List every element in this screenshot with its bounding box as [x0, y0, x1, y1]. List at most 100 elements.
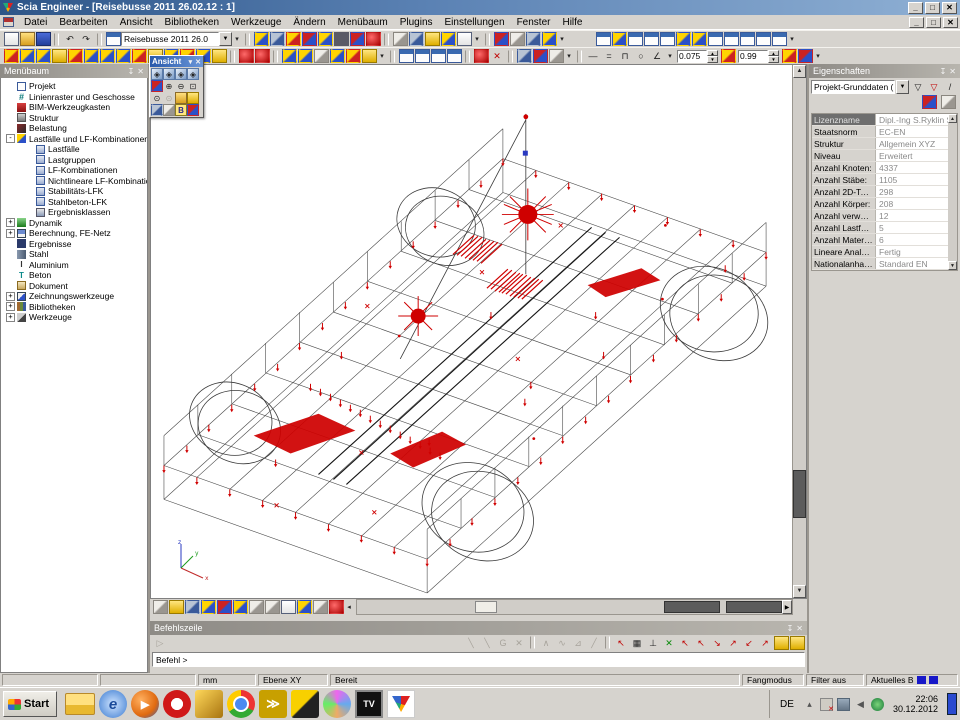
toolbar-icon[interactable]: ▾ — [814, 49, 823, 63]
tree-expander-icon[interactable] — [6, 82, 15, 91]
status-layer[interactable]: Ebene XY — [258, 674, 328, 686]
scroll-down-icon[interactable]: ▼ — [948, 261, 957, 270]
clip-yellow-icon[interactable] — [169, 600, 184, 614]
select-beam-icon[interactable] — [20, 49, 35, 63]
property-row[interactable]: Anzahl Körper: 208 — [812, 198, 948, 210]
select-plate-icon[interactable] — [36, 49, 51, 63]
flag-icon[interactable] — [217, 600, 232, 614]
tree-expander-icon[interactable] — [6, 124, 15, 133]
window-4-icon[interactable] — [447, 49, 462, 63]
axis-icon[interactable] — [201, 600, 216, 614]
internet-explorer-icon[interactable]: e — [99, 690, 127, 718]
window-3-icon[interactable] — [431, 49, 446, 63]
volume-icon[interactable]: ◀ — [854, 698, 867, 711]
tree-expander-icon[interactable] — [25, 197, 34, 206]
unlink-icon[interactable] — [255, 49, 270, 63]
view-left-icon[interactable] — [628, 32, 643, 46]
gallery-icon[interactable] — [286, 32, 301, 46]
tree-expander-icon[interactable] — [25, 208, 34, 217]
chevron-down-icon[interactable]: ▾ — [189, 58, 193, 66]
view-top-icon[interactable] — [660, 32, 675, 46]
command-cursor-icon[interactable]: ▷ — [153, 636, 168, 650]
clip-icon[interactable] — [526, 32, 541, 46]
view-prev-icon[interactable] — [724, 32, 739, 46]
close-icon[interactable]: ✕ — [137, 67, 144, 76]
tree-expander-icon[interactable] — [25, 145, 34, 154]
close-poly-icon[interactable]: ⊿ — [571, 636, 586, 650]
snap-center-icon[interactable]: ↗ — [758, 636, 773, 650]
snap-lock-icon[interactable] — [790, 636, 805, 650]
snap-settings-icon[interactable] — [774, 636, 789, 650]
filter-new-icon[interactable]: ▽ — [911, 80, 926, 94]
tree-expander-icon[interactable] — [6, 313, 15, 322]
visibility-icon[interactable] — [314, 49, 329, 63]
show-desktop-button[interactable] — [947, 693, 957, 715]
tree-expander-icon[interactable] — [6, 250, 15, 259]
nav-cross-icon[interactable] — [151, 80, 163, 92]
command-input[interactable] — [156, 655, 801, 665]
axo-view-1-icon[interactable]: ◈ — [151, 68, 163, 80]
document-window-icon[interactable] — [3, 17, 14, 27]
menu-item[interactable]: Werkzeuge — [225, 16, 287, 29]
chrome-icon[interactable] — [227, 690, 255, 718]
filter-icon[interactable] — [362, 49, 377, 63]
tree-expander-icon[interactable] — [6, 229, 15, 238]
select-all-icon[interactable] — [52, 49, 67, 63]
explorer-icon[interactable] — [65, 693, 95, 715]
tree-expander-icon[interactable] — [25, 187, 34, 196]
status-unit[interactable]: mm — [198, 674, 256, 686]
property-row[interactable]: Anzahl verwendete P... 12 — [812, 210, 948, 222]
tree-item-bim[interactable]: BIM-Werkzeugkasten — [1, 102, 147, 113]
polyline-icon[interactable]: ∧ — [539, 636, 554, 650]
snap-icon[interactable] — [605, 636, 610, 649]
toolbar-icon[interactable]: ▾ — [558, 32, 567, 46]
section-icon[interactable] — [346, 49, 361, 63]
property-row[interactable]: Struktur Allgemein XYZ — [812, 138, 948, 150]
mountain-icon[interactable] — [265, 600, 280, 614]
clipping-icon[interactable] — [330, 49, 345, 63]
menu-item[interactable]: Datei — [18, 16, 53, 29]
open-view-icon[interactable] — [175, 92, 187, 104]
red-hand-app-icon[interactable] — [163, 690, 191, 718]
print-gray-icon[interactable] — [163, 104, 175, 116]
winamp-icon[interactable] — [291, 690, 319, 718]
options-icon[interactable] — [542, 32, 557, 46]
zoom-doc-icon[interactable] — [510, 32, 525, 46]
viewport-horizontal-scrollbar[interactable]: ▶ — [356, 599, 793, 615]
scale-apply-icon[interactable] — [721, 49, 736, 63]
snap-tangent-icon[interactable]: ↙ — [742, 636, 757, 650]
cursor-snap-icon[interactable]: ↖ — [614, 636, 629, 650]
tree-item-ergebnisklassen[interactable]: Ergebnisklassen — [1, 207, 147, 218]
axo-view-4-icon[interactable]: ◈ — [187, 68, 199, 80]
property-row[interactable]: Lizenzname Dipl.-Ing S.Ryklin STAT... — [812, 114, 948, 126]
viewport-vertical-scrollbar[interactable]: ▲ ▼ — [792, 65, 806, 598]
tree-item-stahlbeton-lfk[interactable]: Stahlbeton-LFK — [1, 197, 147, 208]
tree-item-lastfaelle-lf[interactable]: Lastfälle und LF-Kombinationen — [1, 134, 147, 145]
horizontal-scroll-thumb[interactable] — [475, 601, 497, 613]
view-persp-icon[interactable] — [708, 32, 723, 46]
send-icon[interactable] — [941, 95, 956, 109]
child-minimize-button[interactable]: _ — [909, 17, 924, 28]
tree-expander-icon[interactable] — [6, 302, 15, 311]
project-combobox-arrow-icon[interactable]: ▼ — [219, 32, 232, 46]
property-row[interactable]: Lineare Analyse Fertig — [812, 246, 948, 258]
tree-item-lastgruppen[interactable]: Lastgruppen — [1, 155, 147, 166]
property-row[interactable]: Anzahl Knoten: 4337 — [812, 162, 948, 174]
child-close-button[interactable]: ✕ — [943, 17, 958, 28]
erase-icon[interactable]: ✕ — [512, 636, 527, 650]
wintv-icon[interactable]: TV — [355, 690, 383, 718]
tree-expander-icon[interactable] — [25, 155, 34, 164]
tree-item-lf-kombinationen[interactable]: LF-Kombinationen — [1, 165, 147, 176]
toolbar-icon[interactable]: ▾ — [233, 32, 242, 46]
line-rect-icon[interactable]: ⊓ — [618, 49, 633, 63]
paint-app-icon[interactable] — [323, 690, 351, 718]
view-right-icon[interactable] — [644, 32, 659, 46]
tree-expander-icon[interactable] — [6, 103, 15, 112]
model-3d-wireframe[interactable] — [151, 65, 792, 598]
snap-midpoint-icon[interactable]: ✕ — [662, 636, 677, 650]
toolbar-icon[interactable] — [230, 50, 235, 63]
select-node-icon[interactable] — [4, 49, 19, 63]
model-3d-viewport[interactable]: z x y — [151, 65, 792, 598]
zoom-all-icon[interactable]: ⊙ — [151, 92, 163, 104]
results-icon[interactable] — [533, 49, 548, 63]
